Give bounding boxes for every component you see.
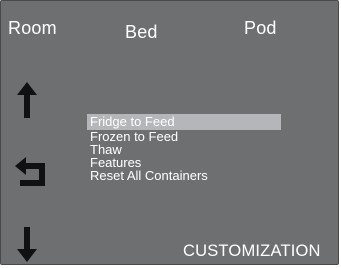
menu-item-reset-all-containers[interactable]: Reset All Containers (87, 169, 281, 182)
back-arrow-icon (15, 157, 45, 186)
tab-bed[interactable]: Bed (125, 21, 158, 43)
device-screen: Room Bed Pod Fridge to Feed Frozen to Fe… (0, 0, 339, 265)
back-button[interactable] (15, 153, 51, 193)
arrow-down-icon (17, 227, 37, 262)
options-menu: Fridge to Feed Frozen to Feed Thaw Featu… (87, 114, 281, 182)
arrow-up-icon (17, 82, 37, 118)
menu-item-fridge-to-feed[interactable]: Fridge to Feed (87, 114, 281, 130)
scroll-down-button[interactable] (15, 227, 51, 267)
tab-room[interactable]: Room (8, 17, 57, 39)
scroll-up-button[interactable] (15, 81, 51, 121)
tab-pod[interactable]: Pod (244, 17, 277, 39)
screen-title: CUSTOMIZATION (183, 242, 321, 260)
